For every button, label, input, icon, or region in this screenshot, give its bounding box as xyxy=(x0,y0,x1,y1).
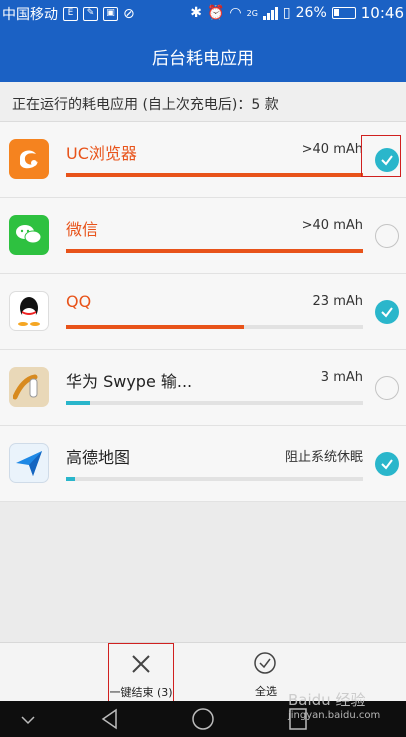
usage-bar-fill xyxy=(66,401,90,405)
wechat-icon xyxy=(9,215,49,255)
wifi-icon: ◠ xyxy=(229,5,242,21)
usage-bar xyxy=(66,477,363,481)
battery-icon xyxy=(331,7,356,19)
usage-bar-fill xyxy=(66,477,75,481)
sim-icon: E xyxy=(63,7,78,21)
uc-browser-icon xyxy=(9,139,49,179)
watermark-url: jingyan.baidu.com xyxy=(288,710,381,721)
home-icon[interactable] xyxy=(190,701,216,737)
battery-saver-icon: ▯ xyxy=(282,5,291,21)
watermark-brand: Baidu 经验 xyxy=(288,691,366,709)
app-usage: 3 mAh xyxy=(320,370,363,385)
app-name: 高德地图 xyxy=(66,448,131,467)
sync-icon: ⊘ xyxy=(123,6,135,22)
alarm-icon: ⏰ xyxy=(206,5,225,21)
title-bar: 中国移动 E ✎ ▣ ⊘ ✱ ⏰ ◠ 2G ▯ 26% 10:46 后台耗电应用 xyxy=(0,0,406,82)
highlight-annotation xyxy=(361,135,401,177)
app-name: QQ xyxy=(66,292,92,311)
app-usage: >40 mAh xyxy=(301,142,363,157)
list-item[interactable]: 高德地图 阻止系统休眠 xyxy=(0,426,406,502)
list-item[interactable]: 微信 >40 mAh xyxy=(0,198,406,274)
select-checkbox[interactable] xyxy=(375,452,399,476)
back-icon[interactable] xyxy=(98,701,122,737)
app-usage: 23 mAh xyxy=(312,294,363,309)
app-list: UC浏览器 >40 mAh 微信 >40 mAh QQ 23 mAh 华为 Sw… xyxy=(0,122,406,502)
app-usage: 阻止系统休眠 xyxy=(284,450,363,465)
select-checkbox[interactable] xyxy=(375,300,399,324)
list-item[interactable]: 华为 Swype 输... 3 mAh xyxy=(0,350,406,426)
status-bar: 中国移动 E ✎ ▣ ⊘ ✱ ⏰ ◠ 2G ▯ 26% 10:46 xyxy=(0,0,406,26)
usage-bar xyxy=(66,173,363,177)
select-checkbox[interactable] xyxy=(375,376,399,400)
usage-bar xyxy=(66,325,363,329)
usage-bar xyxy=(66,401,363,405)
usage-bar-fill xyxy=(66,249,363,253)
usage-bar xyxy=(66,249,363,253)
chevron-down-icon[interactable] xyxy=(18,701,38,737)
check-circle-icon xyxy=(254,652,276,674)
image-notification-icon: ▣ xyxy=(103,7,118,21)
bluetooth-icon: ✱ xyxy=(190,5,202,21)
swype-icon xyxy=(9,367,49,407)
app-name: 微信 xyxy=(66,220,99,239)
app-name: 华为 Swype 输... xyxy=(66,372,193,391)
select-checkbox[interactable] xyxy=(375,224,399,248)
kill-all-label: 一键结束 (3) xyxy=(109,686,173,699)
carrier-label: 中国移动 xyxy=(2,7,58,23)
list-item[interactable]: QQ 23 mAh xyxy=(0,274,406,350)
network-type: 2G xyxy=(246,8,258,18)
qq-icon xyxy=(9,291,49,331)
list-item[interactable]: UC浏览器 >40 mAh xyxy=(0,122,406,198)
usage-bar-fill xyxy=(66,173,363,177)
page-title: 后台耗电应用 xyxy=(152,49,254,69)
app-usage: >40 mAh xyxy=(301,218,363,233)
kill-all-button[interactable]: 一键结束 (3) xyxy=(108,643,174,702)
edit-notification-icon: ✎ xyxy=(83,7,98,21)
summary-text: 正在运行的耗电应用 (自上次充电后)：5 款 xyxy=(0,82,406,122)
close-icon xyxy=(132,655,150,673)
clock: 10:46 xyxy=(360,4,404,22)
watermark: Baidu 经验 jingyan.baidu.com xyxy=(288,689,380,721)
usage-bar-fill xyxy=(66,325,245,329)
amap-icon xyxy=(9,443,49,483)
app-name: UC浏览器 xyxy=(66,144,137,163)
battery-percent: 26% xyxy=(295,5,327,21)
signal-icon xyxy=(262,6,278,20)
